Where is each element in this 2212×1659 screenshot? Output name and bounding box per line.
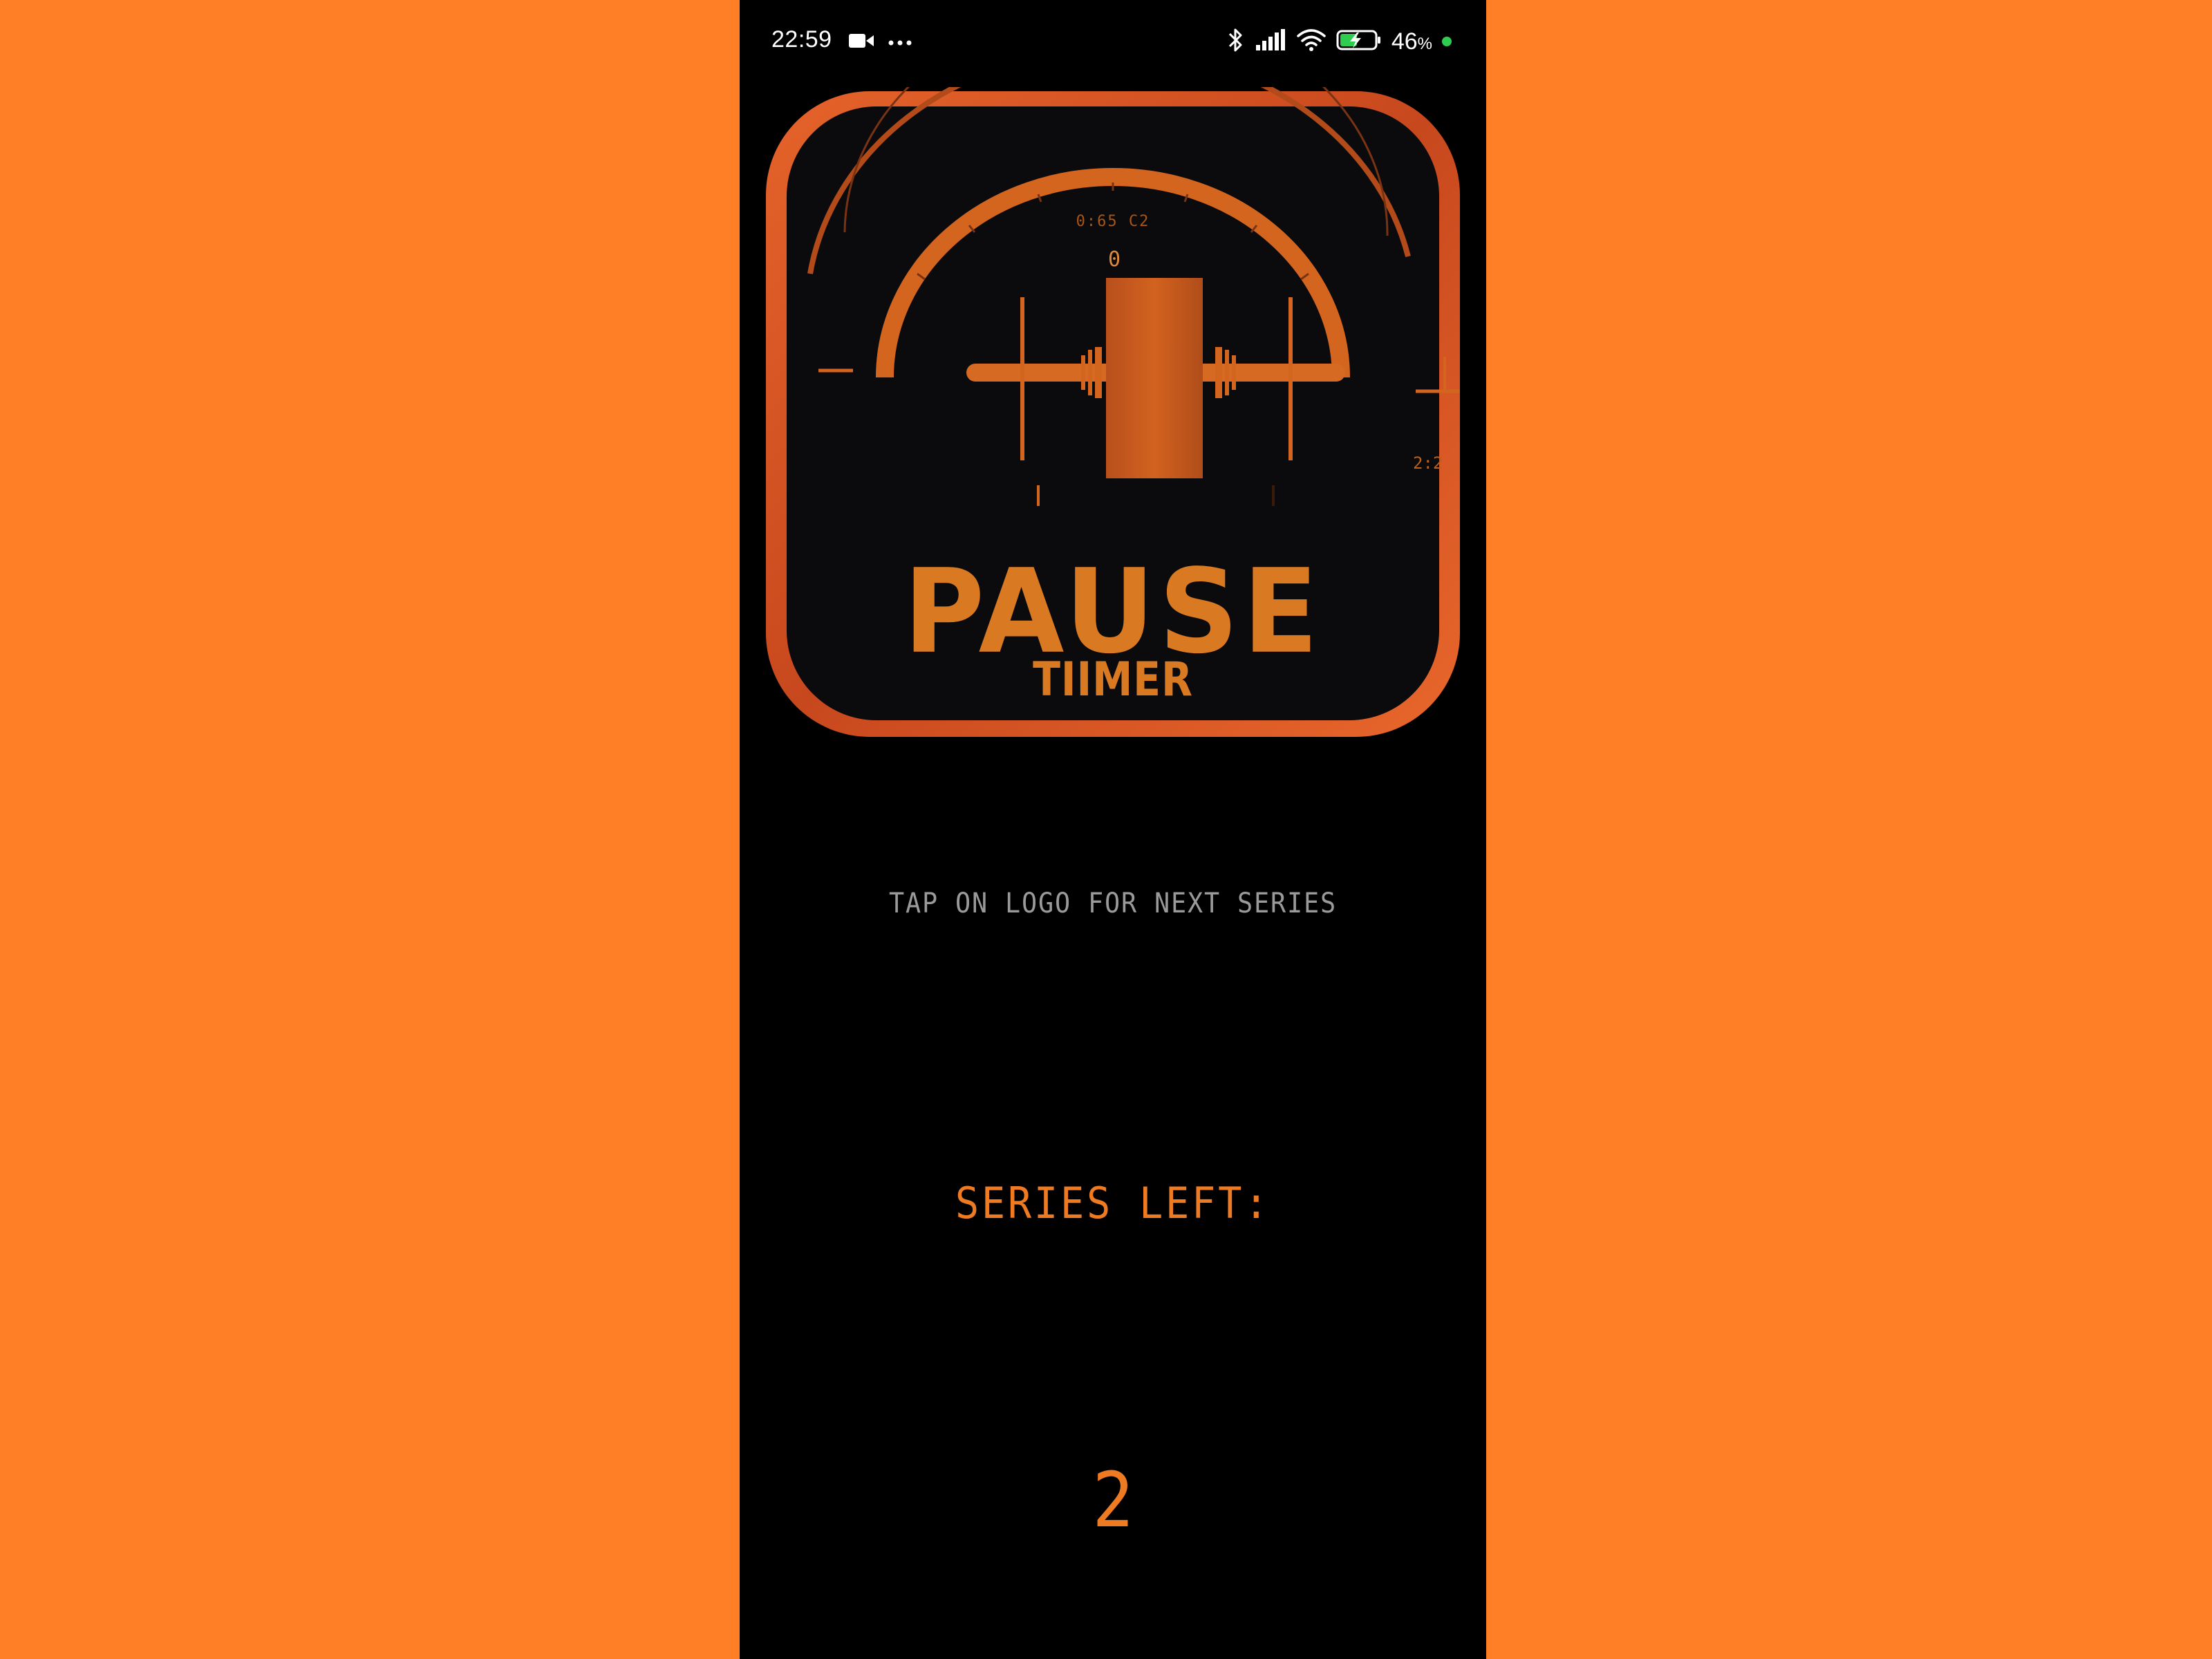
signal-icon	[1255, 28, 1286, 55]
pause-timer-logo-button[interactable]: 0:65 C2 0 2:2 PAUSE TIIMER	[762, 87, 1464, 741]
active-dot-icon	[1442, 37, 1452, 46]
video-camera-icon	[847, 32, 875, 53]
more-dots-icon	[888, 36, 912, 49]
tap-logo-hint: TAP ON LOGO FOR NEXT SERIES	[889, 888, 1337, 919]
battery-percent: 46%	[1391, 28, 1432, 55]
status-time: 22:59	[771, 26, 832, 53]
dial-side-readout: 2:2	[1413, 453, 1443, 473]
status-right-icons: 46%	[1227, 26, 1452, 57]
wifi-icon	[1296, 28, 1327, 55]
battery-charging-icon	[1336, 29, 1382, 54]
status-bar: 22:59 46%	[740, 0, 1486, 83]
series-left-count: 2	[1092, 1456, 1134, 1544]
dial-top-readout: 0:65 C2	[1076, 213, 1150, 230]
app-screen: 22:59 46% 0:65 C2 0 2:2 PAUSE TIIMER TAP…	[740, 0, 1486, 1659]
status-left-icons	[847, 30, 912, 54]
dial-value: 0	[1107, 247, 1121, 272]
series-left-label: SERIES LEFT:	[955, 1178, 1271, 1228]
logo-subtitle: TIIMER	[1033, 653, 1193, 707]
bluetooth-icon	[1227, 26, 1245, 57]
